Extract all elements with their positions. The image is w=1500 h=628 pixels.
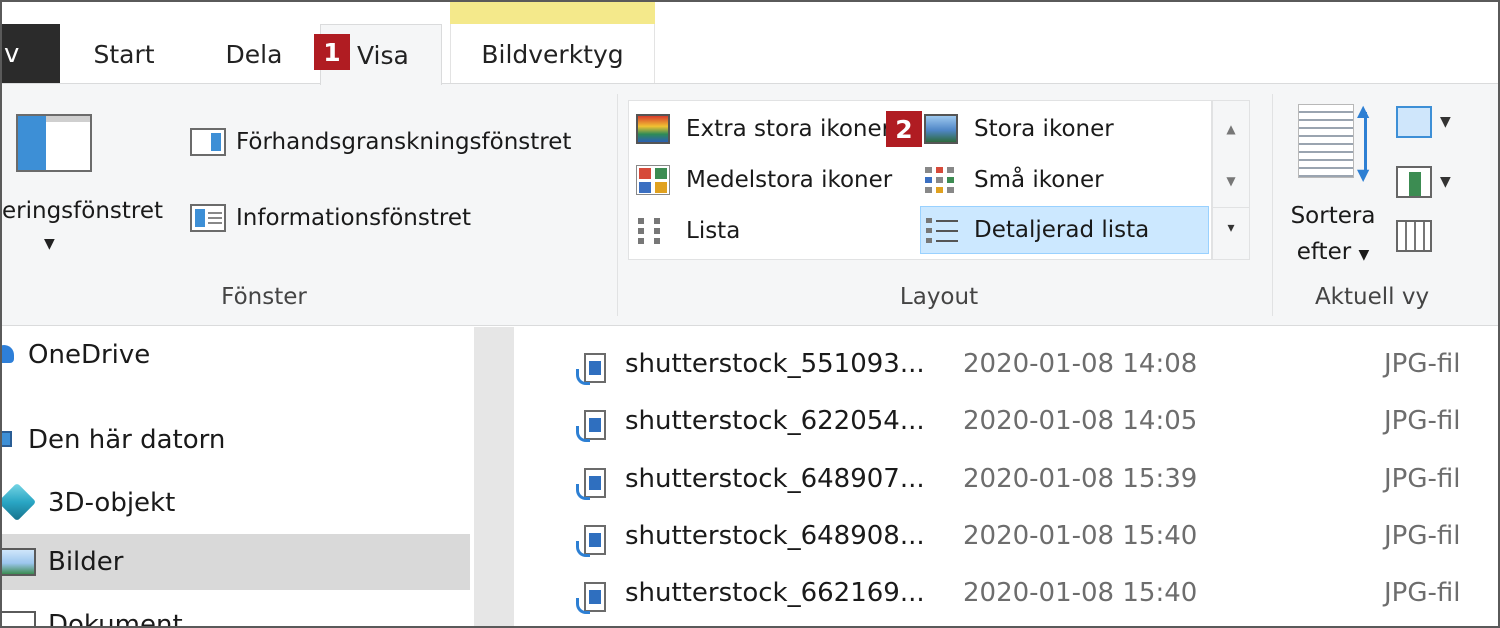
sort-by-label-line1: Sortera (1290, 203, 1376, 229)
gallery-scroll-up-icon[interactable]: ▲ (1213, 109, 1249, 149)
extra-large-icons-icon (636, 114, 670, 144)
group-separator (617, 94, 618, 316)
details-icon (924, 215, 958, 245)
picture-tools-context-strip (450, 2, 655, 24)
file-name: shutterstock_622054... (625, 406, 925, 436)
list-icon (636, 216, 670, 246)
layout-extra-large-icons[interactable]: Extra stora ikoner (636, 105, 891, 153)
nav-item-this-pc[interactable]: Den här datorn (0, 412, 470, 468)
layout-item-label: Medelstora ikoner (686, 167, 893, 193)
3d-objects-icon (0, 482, 37, 522)
preview-pane-label: Förhandsgranskningsfönstret (236, 129, 572, 155)
nav-item-label: Bilder (48, 547, 124, 577)
sort-arrow-icon: ▲ ▼ (1357, 101, 1370, 184)
table-row[interactable]: shutterstock_622054... 2020-01-08 14:05 … (514, 396, 1500, 453)
layout-large-icons[interactable]: Stora ikoner (924, 105, 1114, 153)
file-name: shutterstock_648908... (625, 521, 925, 551)
navigation-pane: OneDrive Den här datorn 3D-objekt Bilder… (0, 327, 474, 628)
file-date: 2020-01-08 15:39 (963, 464, 1198, 494)
pictures-icon (0, 548, 36, 576)
layout-list[interactable]: Lista (636, 207, 740, 255)
step-badge-1: 1 (314, 34, 350, 70)
table-row[interactable]: shutterstock_648908... 2020-01-08 15:40 … (514, 511, 1500, 568)
file-name: shutterstock_551093... (625, 349, 925, 379)
file-name: shutterstock_648907... (625, 464, 925, 494)
preview-pane-icon (190, 128, 226, 156)
nav-item-pictures[interactable]: Bilder (0, 534, 470, 590)
jpg-file-icon (576, 525, 608, 563)
add-columns-icon[interactable] (1396, 166, 1432, 198)
chevron-down-icon[interactable]: ▼ (1440, 174, 1451, 190)
chevron-down-icon[interactable]: ▼ (44, 236, 55, 252)
table-row[interactable]: shutterstock_551093... 2020-01-08 14:08 … (514, 339, 1500, 396)
jpg-file-icon (576, 582, 608, 620)
nav-item-label: OneDrive (28, 340, 151, 370)
tab-share[interactable]: Dela (188, 24, 320, 84)
group-label-layout: Layout (899, 284, 979, 310)
navigation-pane-scrollbar[interactable] (474, 327, 514, 628)
file-type: JPG-fil (1384, 349, 1461, 379)
layout-item-label: Detaljerad lista (974, 217, 1150, 243)
group-label-current-view: Aktuell vy (1314, 284, 1430, 310)
gallery-scroll-down-icon[interactable]: ▼ (1213, 161, 1249, 201)
layout-item-label: Små ikoner (974, 167, 1104, 193)
group-label-window: Fönster (221, 284, 307, 310)
this-pc-icon (0, 431, 12, 447)
step-badge-2: 2 (886, 111, 922, 147)
nav-item-documents[interactable]: Dokument (0, 597, 470, 628)
medium-icons-icon (636, 165, 670, 195)
group-separator (1272, 94, 1273, 316)
file-date: 2020-01-08 15:40 (963, 578, 1198, 608)
details-pane-icon (190, 204, 226, 232)
size-columns-to-fit-icon[interactable] (1396, 220, 1432, 252)
tab-picture-tools[interactable]: Bildverktyg (450, 24, 655, 84)
jpg-file-icon (576, 353, 608, 391)
table-row[interactable]: shutterstock_648907... 2020-01-08 15:39 … (514, 454, 1500, 511)
table-row[interactable]: shutterstock_662169... 2020-01-08 15:40 … (514, 568, 1500, 625)
layout-medium-icons[interactable]: Medelstora ikoner (636, 156, 892, 204)
onedrive-cloud-icon (0, 345, 14, 363)
file-type: JPG-fil (1384, 464, 1461, 494)
layout-gallery-scrollbar: ▲ ▼ ▾ (1212, 100, 1250, 260)
nav-item-label: Dokument (48, 610, 183, 628)
file-type: JPG-fil (1384, 578, 1461, 608)
tab-start[interactable]: Start (60, 24, 188, 84)
nav-item-label: Den här datorn (28, 425, 226, 455)
file-list: shutterstock_551093... 2020-01-08 14:08 … (514, 327, 1500, 628)
documents-icon (0, 611, 36, 628)
small-icons-icon (924, 165, 958, 195)
jpg-file-icon (576, 468, 608, 506)
ribbon-tab-bar: v Start Dela Visa Bildverktyg (0, 0, 1500, 85)
tab-file[interactable]: v (0, 24, 60, 84)
large-icons-icon (924, 114, 958, 144)
sort-by-button[interactable]: Sortera efter ▼ (1284, 198, 1382, 273)
jpg-file-icon (576, 410, 608, 448)
layout-item-label: Stora ikoner (974, 116, 1114, 142)
file-date: 2020-01-08 14:08 (963, 349, 1198, 379)
chevron-down-icon: ▼ (1358, 247, 1370, 263)
details-pane-button[interactable]: Informationsfönstret (190, 204, 471, 232)
file-date: 2020-01-08 14:05 (963, 406, 1198, 436)
sort-by-label-line2: efter (1296, 239, 1352, 265)
sort-by-icon[interactable] (1298, 104, 1354, 178)
gallery-expand-icon[interactable]: ▾ (1213, 207, 1249, 247)
file-date: 2020-01-08 15:40 (963, 521, 1198, 551)
navigation-pane-icon[interactable] (16, 114, 92, 172)
layout-item-label: Lista (686, 218, 741, 244)
layout-item-label: Extra stora ikoner (686, 116, 892, 142)
chevron-down-icon[interactable]: ▼ (1440, 114, 1451, 130)
nav-item-onedrive[interactable]: OneDrive (0, 327, 470, 383)
file-name: shutterstock_662169... (625, 578, 925, 608)
navigation-pane-button-label[interactable]: eringsfönstret (2, 198, 163, 224)
details-pane-label: Informationsfönstret (236, 205, 471, 231)
nav-item-label: 3D-objekt (48, 488, 176, 518)
preview-pane-button[interactable]: Förhandsgranskningsfönstret (190, 128, 571, 156)
ribbon-view: eringsfönstret ▼ Förhandsgranskningsföns… (0, 84, 1500, 326)
file-type: JPG-fil (1384, 521, 1461, 551)
layout-small-icons[interactable]: Små ikoner (924, 156, 1104, 204)
group-by-icon[interactable] (1396, 106, 1432, 138)
layout-details[interactable]: Detaljerad lista (920, 206, 1209, 254)
file-type: JPG-fil (1384, 406, 1461, 436)
nav-item-3d-objects[interactable]: 3D-objekt (0, 475, 470, 531)
